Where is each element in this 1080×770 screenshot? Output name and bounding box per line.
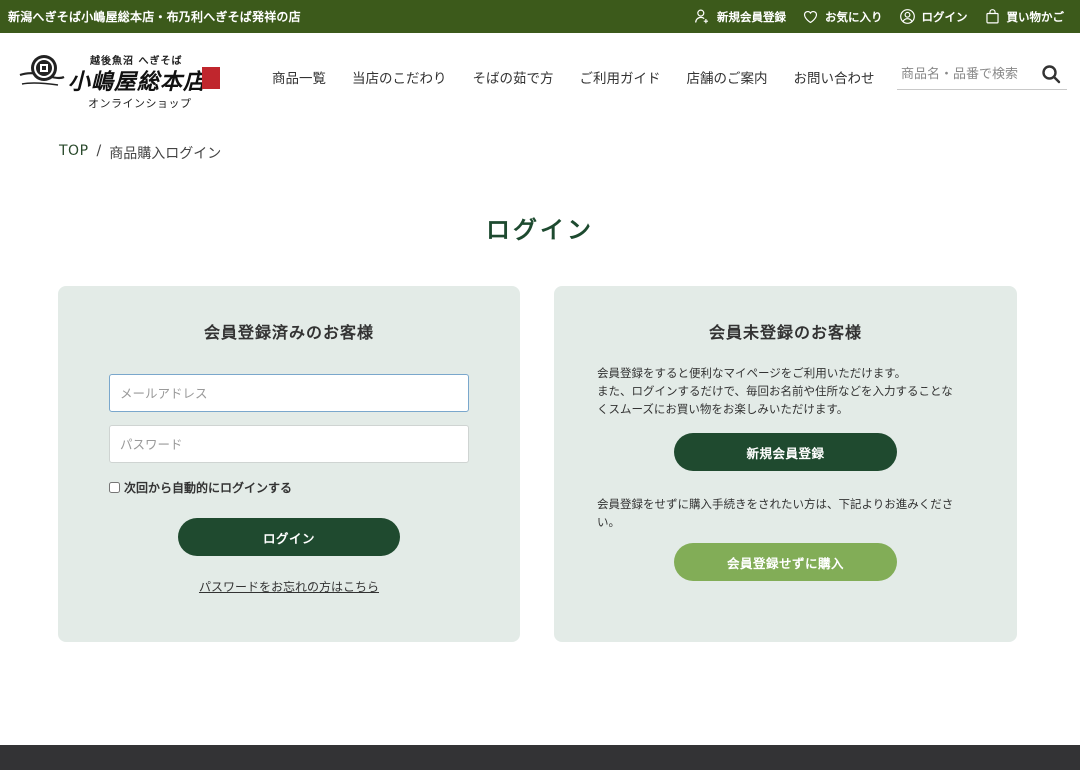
forgot-password-link[interactable]: パスワードをお忘れの方はこちら (58, 578, 520, 595)
breadcrumb-top[interactable]: TOP (59, 143, 89, 163)
cart-link[interactable]: 買い物かご (984, 8, 1065, 25)
breadcrumb: TOP / 商品購入ログイン (59, 143, 221, 163)
family-crest-icon (19, 55, 65, 86)
favorites-link-label: お気に入り (825, 9, 883, 24)
guest-checkout-line: い。 (597, 515, 620, 529)
shopping-bag-icon (985, 9, 999, 24)
remember-me-checkbox[interactable] (109, 482, 120, 493)
user-circle-icon (899, 9, 915, 24)
register-benefits-text: 会員登録をすると便利なマイページをご利用いただけます。 また、ログインするだけで… (597, 364, 977, 418)
site-logo[interactable]: 越後魚沼 へぎそば 小嶋屋総本店 オンラインショップ (18, 47, 223, 110)
user-plus-icon (695, 9, 709, 24)
remember-me-label: 次回から自動的にログインする (124, 481, 293, 495)
page-title: ログイン (486, 215, 594, 244)
logo-brand: 小嶋屋総本店 (68, 69, 207, 95)
nav-item-contact[interactable]: お問い合わせ (794, 67, 875, 87)
breadcrumb-current: 商品購入ログイン (109, 146, 222, 162)
footer-bar (0, 745, 1080, 770)
search-box (897, 58, 1067, 90)
cart-link-label: 買い物かご (1006, 9, 1065, 24)
register-benefits-line: くスムーズにお買い物をお楽しみいただけます。 (597, 402, 849, 416)
nav-item-user-guide[interactable]: ご利用ガイド (580, 67, 661, 87)
red-seal-stamp (202, 67, 220, 89)
top-bar: 新潟へぎそば小嶋屋総本店・布乃利へぎそば発祥の店 新規会員登録 お気に入り ログ… (0, 0, 1080, 33)
search-input[interactable] (901, 64, 1033, 84)
nav-item-products[interactable]: 商品一覧 (272, 67, 326, 87)
login-button[interactable]: ログイン (178, 518, 400, 556)
member-login-heading: 会員登録済みのお客様 (203, 323, 374, 342)
site-header: 越後魚沼 へぎそば 小嶋屋総本店 オンラインショップ 商品一覧 当店のこだわり … (0, 33, 1080, 113)
heart-icon (803, 11, 818, 24)
breadcrumb-separator: / (96, 143, 102, 159)
member-login-panel: 会員登録済みのお客様 次回から自動的にログインする ログイン パスワードをお忘れ… (58, 286, 520, 642)
login-link[interactable]: ログイン (899, 8, 968, 25)
guest-checkout-text: 会員登録をせずに購入手続きをされたい方は、下記よりお進みくださ い。 (597, 495, 977, 531)
nav-item-store-info[interactable]: 店舗のご案内 (687, 67, 768, 87)
favorites-link[interactable]: お気に入り (802, 8, 883, 25)
nav-item-commitment[interactable]: 当店のこだわり (352, 67, 447, 87)
password-field[interactable] (109, 425, 469, 463)
remember-me[interactable]: 次回から自動的にログインする (109, 479, 292, 496)
register-benefits-line: 会員登録をすると便利なマイページをご利用いただけます。 (597, 366, 907, 380)
global-nav: 商品一覧 当店のこだわり そばの茹で方 ご利用ガイド 店舗のご案内 お問い合わせ (272, 67, 875, 87)
utility-nav: 新規会員登録 お気に入り ログイン 買い物かご (694, 0, 1064, 33)
guest-panel: 会員未登録のお客様 会員登録をすると便利なマイページをご利用いただけます。 また… (554, 286, 1017, 642)
search-icon[interactable] (1041, 64, 1061, 84)
register-benefits-line: また、ログインするだけで、毎回お名前や住所などを入力することな (597, 384, 953, 398)
guest-checkout-line: 会員登録をせずに購入手続きをされたい方は、下記よりお進みくださ (597, 497, 954, 511)
register-link-label: 新規会員登録 (717, 9, 786, 24)
guest-checkout-button[interactable]: 会員登録せずに購入 (674, 543, 897, 581)
email-field[interactable] (109, 374, 469, 412)
logo-online-shop: オンラインショップ (88, 97, 192, 110)
nav-item-boiling-guide[interactable]: そばの茹で方 (473, 67, 554, 87)
store-tagline: 新潟へぎそば小嶋屋総本店・布乃利へぎそば発祥の店 (8, 10, 301, 24)
register-link[interactable]: 新規会員登録 (694, 8, 786, 25)
login-link-label: ログイン (921, 9, 968, 24)
register-button[interactable]: 新規会員登録 (674, 433, 897, 471)
guest-heading: 会員未登録のお客様 (708, 323, 862, 342)
